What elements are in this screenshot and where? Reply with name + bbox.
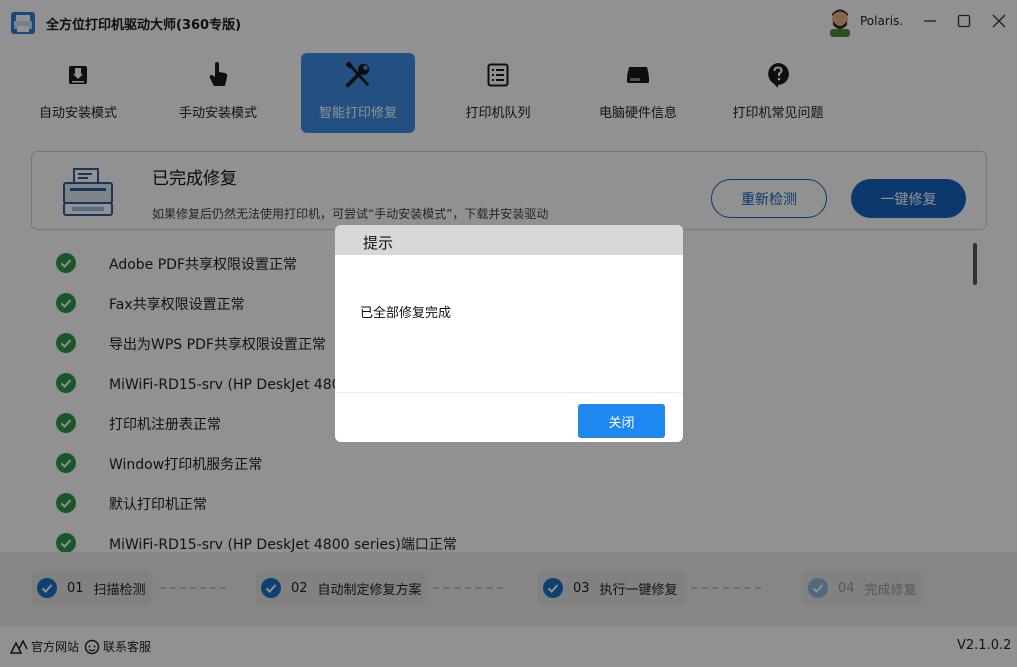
dialog-close-button[interactable]: 关闭 — [578, 404, 665, 438]
alert-dialog: 提示 已全部修复完成 关闭 — [335, 225, 683, 442]
dialog-title: 提示 — [363, 234, 394, 252]
dialog-message: 已全部修复完成 — [360, 306, 452, 321]
dialog-divider — [335, 392, 683, 393]
dialog-header: 提示 — [335, 225, 683, 255]
